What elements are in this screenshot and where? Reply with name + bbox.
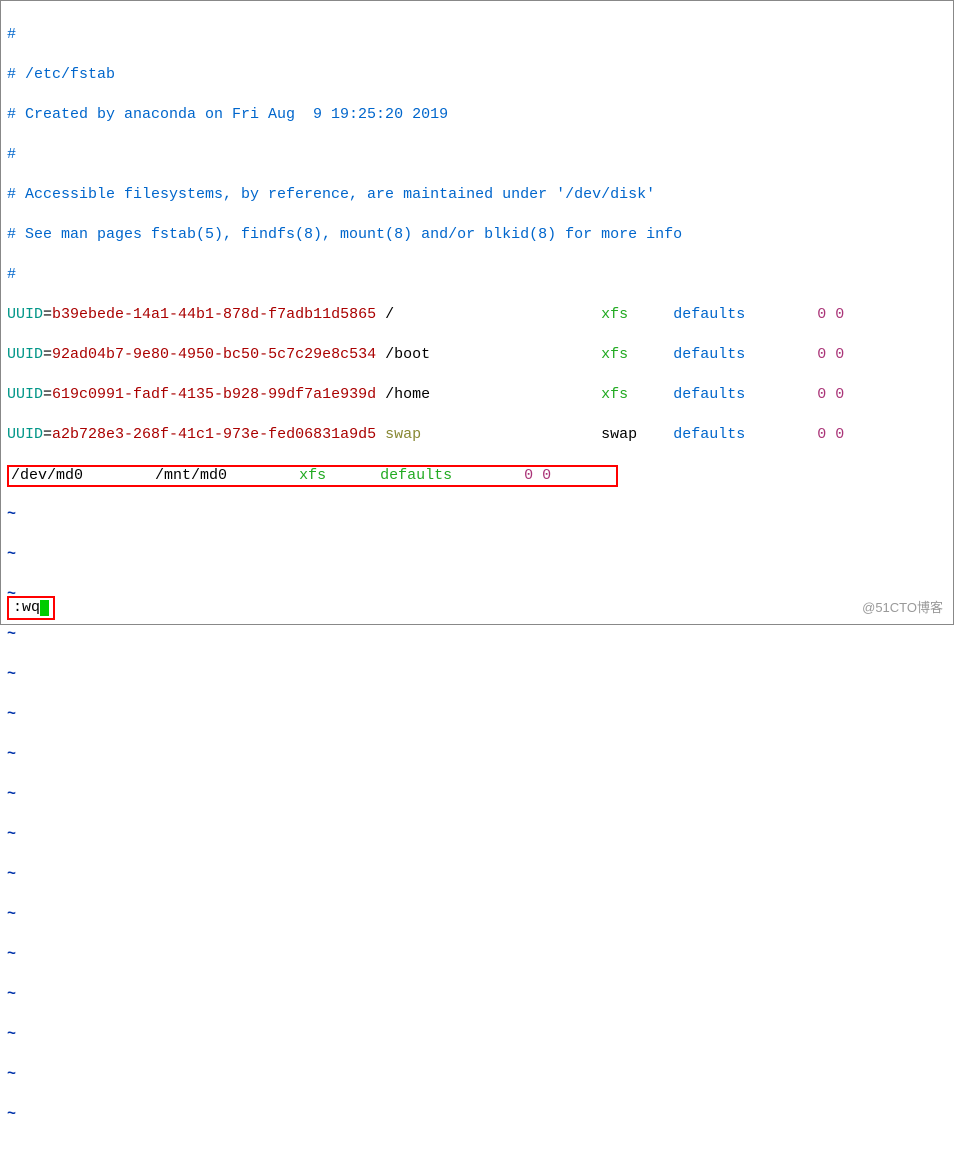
comment-line: # Created by anaconda on Fri Aug 9 19:25… (7, 106, 448, 123)
fstab-entry: UUID=92ad04b7-9e80-4950-bc50-5c7c29e8c53… (7, 345, 947, 365)
comment-line: # (7, 26, 16, 43)
device: /dev/md0 (11, 467, 83, 484)
cursor-icon (40, 600, 49, 616)
fstype: xfs (601, 386, 628, 403)
dump: 0 (817, 306, 826, 323)
uuid-value: a2b728e3-268f-41c1-973e-fed06831a9d5 (52, 426, 376, 443)
pass: 0 (835, 426, 844, 443)
fstype: swap (601, 426, 637, 443)
command-highlight: :wq (7, 596, 55, 620)
vim-command-line[interactable]: :wq (7, 596, 55, 620)
vim-editor-buffer[interactable]: # # /etc/fstab # Created by anaconda on … (1, 1, 953, 1149)
pass: 0 (835, 346, 844, 363)
mountpoint: /boot (385, 346, 430, 363)
pass: 0 (835, 386, 844, 403)
vim-tilde: ~ (7, 1106, 16, 1123)
command-text: :wq (13, 599, 40, 616)
new-entry-highlight: /dev/md0 /mnt/md0 xfs defaults 0 0 (7, 465, 618, 487)
vim-tilde: ~ (7, 1026, 16, 1043)
vim-tilde: ~ (7, 866, 16, 883)
mountpoint: /mnt/md0 (155, 467, 227, 484)
uuid-key: UUID (7, 346, 43, 363)
vim-tilde: ~ (7, 546, 16, 563)
dump: 0 (524, 467, 533, 484)
vim-tilde: ~ (7, 746, 16, 763)
uuid-value: b39ebede-14a1-44b1-878d-f7adb11d5865 (52, 306, 376, 323)
pass: 0 (835, 306, 844, 323)
mountpoint: swap (385, 426, 421, 443)
vim-tilde: ~ (7, 826, 16, 843)
pass: 0 (542, 467, 551, 484)
vim-tilde: ~ (7, 506, 16, 523)
comment-line: # Accessible filesystems, by reference, … (7, 186, 655, 203)
fstab-entry: UUID=b39ebede-14a1-44b1-878d-f7adb11d586… (7, 305, 947, 325)
dump: 0 (817, 346, 826, 363)
vim-tilde: ~ (7, 946, 16, 963)
vim-tilde: ~ (7, 986, 16, 1003)
uuid-value: 92ad04b7-9e80-4950-bc50-5c7c29e8c534 (52, 346, 376, 363)
fstype: xfs (601, 346, 628, 363)
comment-line: # (7, 146, 16, 163)
dump: 0 (817, 386, 826, 403)
vim-tilde: ~ (7, 1066, 16, 1083)
watermark-text: @51CTO博客 (862, 598, 943, 618)
mountpoint: / (385, 306, 394, 323)
comment-line: # (7, 266, 16, 283)
fstab-entry: UUID=619c0991-fadf-4135-b928-99df7a1e939… (7, 385, 947, 405)
mount-opts: defaults (673, 306, 745, 323)
comment-line: # /etc/fstab (7, 66, 115, 83)
uuid-key: UUID (7, 426, 43, 443)
vim-tilde: ~ (7, 706, 16, 723)
uuid-value: 619c0991-fadf-4135-b928-99df7a1e939d (52, 386, 376, 403)
vim-tilde: ~ (7, 666, 16, 683)
mountpoint: /home (385, 386, 430, 403)
fstype: xfs (299, 467, 326, 484)
vim-tilde: ~ (7, 906, 16, 923)
dump: 0 (817, 426, 826, 443)
fstype: xfs (601, 306, 628, 323)
uuid-key: UUID (7, 386, 43, 403)
mount-opts: defaults (673, 386, 745, 403)
mount-opts: defaults (673, 346, 745, 363)
vim-tilde: ~ (7, 626, 16, 643)
mount-opts: defaults (673, 426, 745, 443)
comment-line: # See man pages fstab(5), findfs(8), mou… (7, 226, 682, 243)
fstab-entry: UUID=a2b728e3-268f-41c1-973e-fed06831a9d… (7, 425, 947, 445)
uuid-key: UUID (7, 306, 43, 323)
vim-tilde: ~ (7, 786, 16, 803)
mount-opts: defaults (380, 467, 452, 484)
